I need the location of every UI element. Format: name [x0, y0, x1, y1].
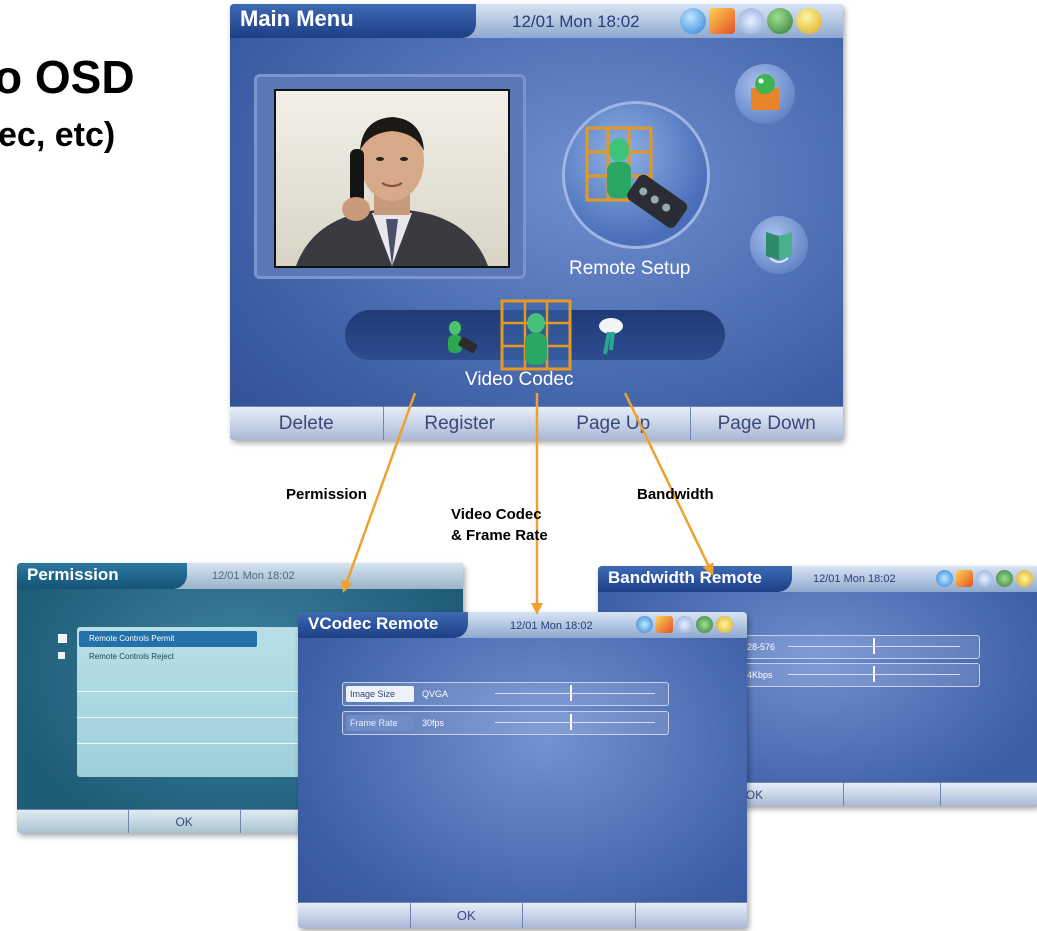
remote-user-icon: [448, 321, 478, 354]
caller-photo: [274, 89, 510, 268]
blank-softkey[interactable]: [941, 782, 1037, 806]
bandwidth-value-2: 4Kbps: [747, 670, 773, 680]
vcodec-screen: VCodec Remote 12/01 Mon 18:02 Image Size…: [298, 612, 747, 928]
arrow-label-bandwidth: Bandwidth: [637, 486, 714, 503]
right-app-button[interactable]: [750, 216, 808, 274]
vcodec-row-frame-rate[interactable]: Frame Rate 30fps: [342, 711, 669, 735]
mail-icon[interactable]: [656, 616, 673, 633]
status-tray: [680, 8, 822, 34]
option-label: Remote Controls Reject: [89, 652, 174, 661]
vcodec-tray: [636, 616, 733, 633]
blank-softkey[interactable]: [298, 902, 411, 928]
carousel-item-bandwidth[interactable]: [587, 310, 637, 360]
help-icon[interactable]: [636, 616, 653, 633]
phone-icon[interactable]: [1016, 570, 1033, 587]
clock: 12/01 Mon 18:02: [512, 12, 640, 31]
arrow-label-video-line2: & Frame Rate: [451, 527, 548, 544]
slide-title-line1: o OSD: [0, 51, 135, 103]
phone-icon[interactable]: [716, 616, 733, 633]
arrow-label-permission: Permission: [286, 486, 367, 503]
blank-softkey[interactable]: [635, 902, 747, 928]
vcodec-clock: 12/01 Mon 18:02: [510, 620, 593, 632]
vcodec-title: VCodec Remote: [298, 612, 468, 638]
network-icon[interactable]: [676, 616, 693, 633]
delete-button[interactable]: Delete: [230, 406, 384, 440]
phone-icon[interactable]: [796, 8, 822, 34]
network-icon[interactable]: [738, 8, 764, 34]
permission-titlebar: Permission 12/01 Mon 18:02: [17, 563, 463, 589]
image-size-value: QVGA: [422, 689, 449, 699]
image-size-slider-track: [495, 693, 655, 694]
main-menu-titlebar: Main Menu 12/01 Mon 18:02: [230, 4, 843, 38]
vcodec-ok-button[interactable]: OK: [410, 902, 523, 928]
permission-option-reject[interactable]: Remote Controls Reject: [79, 649, 257, 665]
remote-setup-icon: [585, 126, 688, 228]
page-down-button[interactable]: Page Down: [690, 406, 843, 440]
arrow-label-video-line1: Video Codec: [451, 506, 542, 523]
video-preview-frame: [254, 74, 526, 279]
mail-icon[interactable]: [956, 570, 973, 587]
bandwidth-slider-thumb-1[interactable]: [873, 638, 875, 654]
bandwidth-clock: 12/01 Mon 18:02: [813, 573, 896, 585]
register-button[interactable]: Register: [383, 406, 537, 440]
option-label: Remote Controls Permit: [89, 634, 175, 643]
bandwidth-icon: [599, 318, 623, 355]
bandwidth-tray: [936, 570, 1033, 587]
focus-label: Remote Setup: [569, 258, 691, 279]
permission-title: Permission: [17, 563, 187, 589]
slide-title-line2: ec, etc): [0, 116, 116, 154]
blank-softkey[interactable]: [843, 782, 942, 806]
bandwidth-value-1: 28-576: [747, 642, 776, 652]
mail-icon[interactable]: [709, 8, 735, 34]
vcodec-softkeys: OK: [298, 902, 747, 928]
softkey-bar: Delete Register Page Up Page Down: [230, 406, 843, 440]
carousel-item-remote[interactable]: [435, 310, 485, 360]
help-icon[interactable]: [680, 8, 706, 34]
permit-checkbox[interactable]: [58, 634, 67, 643]
permission-clock: 12/01 Mon 18:02: [212, 570, 295, 582]
main-menu-screen: Main Menu 12/01 Mon 18:02 Remote Setup V…: [230, 4, 843, 440]
blank-softkey[interactable]: [17, 809, 129, 833]
vcodec-titlebar: VCodec Remote 12/01 Mon 18:02: [298, 612, 747, 638]
network-icon[interactable]: [976, 570, 993, 587]
book-icon: [766, 232, 792, 263]
globe-icon[interactable]: [996, 570, 1013, 587]
permission-ok-button[interactable]: OK: [128, 809, 241, 833]
frame-rate-slider-thumb[interactable]: [570, 714, 572, 730]
frame-rate-slider-track: [495, 722, 655, 723]
page-title: Main Menu: [230, 4, 476, 38]
remote-setup-button[interactable]: [565, 104, 707, 246]
globe-icon[interactable]: [767, 8, 793, 34]
permission-option-permit[interactable]: Remote Controls Permit: [79, 631, 257, 647]
reject-checkbox[interactable]: [58, 652, 65, 659]
image-size-label: Image Size: [346, 686, 414, 702]
toolbox-icon: [751, 74, 779, 110]
video-codec-icon: [500, 299, 572, 371]
help-icon[interactable]: [936, 570, 953, 587]
vcodec-row-image-size[interactable]: Image Size QVGA: [342, 682, 669, 706]
blank-softkey[interactable]: [523, 902, 636, 928]
image-size-slider-thumb[interactable]: [570, 685, 572, 701]
frame-rate-value: 30fps: [422, 718, 445, 728]
carousel-item-video-codec[interactable]: [498, 297, 574, 373]
frame-rate-label: Frame Rate: [346, 715, 414, 731]
globe-icon[interactable]: [696, 616, 713, 633]
bandwidth-titlebar: Bandwidth Remote 12/01 Mon 18:02: [598, 566, 1037, 592]
bandwidth-title: Bandwidth Remote: [598, 566, 792, 592]
carousel-label: Video Codec: [465, 369, 574, 390]
bandwidth-slider-thumb-2[interactable]: [873, 666, 875, 682]
top-right-app-button[interactable]: [735, 64, 795, 124]
page-up-button[interactable]: Page Up: [537, 406, 691, 440]
